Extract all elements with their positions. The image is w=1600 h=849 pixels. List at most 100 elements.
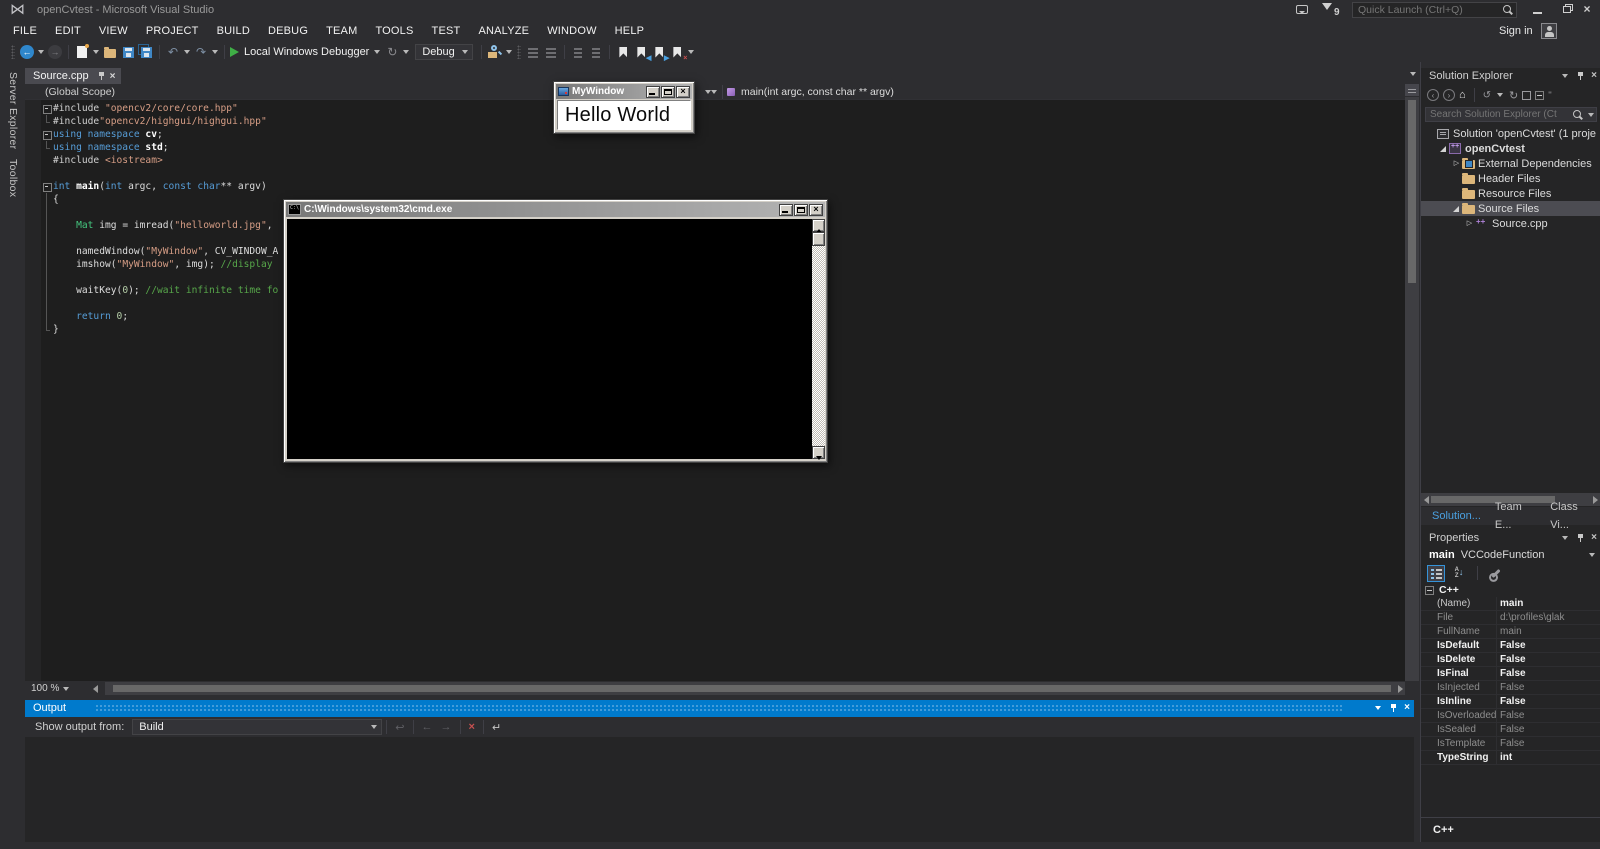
property-row-fullname[interactable]: FullName main xyxy=(1421,625,1600,639)
toolbar-grip[interactable] xyxy=(517,45,522,59)
previous-bookmark-button[interactable]: ◀ xyxy=(633,43,651,62)
tree-item-resource-files[interactable]: Resource Files xyxy=(1421,186,1600,201)
vertical-scrollbar-thumb[interactable] xyxy=(1408,100,1416,283)
tree-item-header-files[interactable]: Header Files xyxy=(1421,171,1600,186)
decrease-indent-button[interactable] xyxy=(525,43,541,61)
window-position-dropdown-icon[interactable] xyxy=(1562,74,1569,78)
cmd-window[interactable]: C:\Windows\system32\cmd.exe × xyxy=(283,199,828,463)
property-value[interactable]: main xyxy=(1497,597,1600,610)
cmd-vertical-scrollbar[interactable] xyxy=(812,219,825,460)
mywindow-window[interactable]: MyWindow × Hello World xyxy=(553,81,695,134)
menu-debug[interactable]: DEBUG xyxy=(259,20,317,42)
window-position-dropdown-icon[interactable] xyxy=(1562,536,1569,540)
pin-icon[interactable] xyxy=(1389,703,1398,713)
scope-combo[interactable]: (Global Scope) xyxy=(45,84,115,100)
expander-icon[interactable] xyxy=(1438,143,1449,154)
property-value[interactable]: main xyxy=(1497,625,1600,638)
tree-item-solution-opencvtest-1-proje[interactable]: Solution 'openCvtest' (1 proje xyxy=(1421,126,1600,141)
clear-bookmarks-button[interactable]: × xyxy=(669,43,687,62)
pin-icon[interactable] xyxy=(1576,71,1585,81)
comment-button[interactable] xyxy=(570,43,586,61)
tree-item-source-files[interactable]: Source Files xyxy=(1421,201,1600,216)
menu-edit[interactable]: EDIT xyxy=(46,20,90,42)
close-icon[interactable]: × xyxy=(1591,71,1597,81)
alphabetical-button[interactable]: A Z ↓ xyxy=(1450,565,1468,582)
notifications-flag-icon[interactable]: 9 xyxy=(1322,3,1340,18)
expander-icon[interactable]: ▷ xyxy=(1451,158,1462,169)
scroll-down-icon[interactable] xyxy=(812,446,825,460)
toolbar-grip[interactable] xyxy=(11,45,15,59)
debug-target-dropdown-icon[interactable] xyxy=(374,50,381,54)
menu-tools[interactable]: TOOLS xyxy=(366,20,422,42)
scroll-left-icon[interactable] xyxy=(93,685,98,693)
tool-tab-class-vi[interactable]: Class Vi... xyxy=(1543,498,1600,534)
property-row-name[interactable]: (Name) main xyxy=(1421,597,1600,611)
property-value[interactable]: False xyxy=(1497,653,1600,666)
show-all-files-icon[interactable] xyxy=(1522,88,1537,100)
search-icon[interactable] xyxy=(1571,109,1583,121)
fold-marker-icon[interactable] xyxy=(41,180,53,193)
solution-explorer-header[interactable]: Solution Explorer × xyxy=(1421,68,1600,85)
maximize-button[interactable] xyxy=(794,203,808,216)
open-file-button[interactable] xyxy=(102,43,118,61)
editor-zoom-combo[interactable]: 100 % xyxy=(25,681,77,696)
sync-dropdown-icon[interactable] xyxy=(1497,93,1504,97)
close-tab-icon[interactable]: × xyxy=(110,71,116,82)
property-row-isdefault[interactable]: IsDefault False xyxy=(1421,639,1600,653)
tree-item-source-cpp[interactable]: ▷ Source.cpp xyxy=(1421,216,1600,231)
cmd-console-content[interactable] xyxy=(287,219,825,460)
properties-header[interactable]: Properties × xyxy=(1421,530,1600,547)
navigate-forward-button[interactable]: → xyxy=(47,43,63,61)
mywindow-title-bar[interactable]: MyWindow × xyxy=(556,84,692,99)
categorized-button[interactable] xyxy=(1427,564,1445,582)
tree-item-external-dependencies[interactable]: ▷ External Dependencies xyxy=(1421,156,1600,171)
menu-file[interactable]: FILE xyxy=(4,20,46,42)
output-title-bar[interactable]: Output × xyxy=(25,700,1414,717)
toggle-bookmark-button[interactable] xyxy=(615,43,631,61)
goto-source-icon[interactable]: ↩ xyxy=(395,721,404,734)
property-value[interactable]: False xyxy=(1497,681,1600,694)
minimize-button[interactable] xyxy=(1522,0,1552,20)
property-value[interactable]: False xyxy=(1497,695,1600,708)
expander-icon[interactable]: ▷ xyxy=(1464,218,1475,229)
member-combo[interactable]: main(int argc, const char ** argv) xyxy=(741,84,894,100)
fold-marker-icon[interactable] xyxy=(41,128,53,141)
find-in-files-button[interactable] xyxy=(487,43,503,61)
tool-tab-solution[interactable]: Solution... xyxy=(1425,507,1488,525)
property-row-isinline[interactable]: IsInline False xyxy=(1421,695,1600,709)
next-message-icon[interactable]: → xyxy=(441,721,452,733)
navigate-backward-dropdown-icon[interactable] xyxy=(38,50,44,54)
property-value[interactable]: False xyxy=(1497,723,1600,736)
menu-project[interactable]: PROJECT xyxy=(137,20,208,42)
minimize-button[interactable] xyxy=(779,203,793,216)
window-position-dropdown-icon[interactable] xyxy=(1375,706,1382,710)
maximize-button[interactable] xyxy=(661,85,675,98)
solution-explorer-search[interactable] xyxy=(1425,107,1597,122)
feedback-icon[interactable] xyxy=(1296,5,1308,14)
redo-dropdown-icon[interactable] xyxy=(212,50,218,54)
quick-launch-input[interactable] xyxy=(1353,4,1501,16)
navigate-backward-button[interactable]: ← xyxy=(19,43,35,61)
property-row-issealed[interactable]: IsSealed False xyxy=(1421,723,1600,737)
refresh-icon[interactable]: ↻ xyxy=(1509,89,1518,102)
property-value[interactable]: d:\profiles\glak xyxy=(1497,611,1600,624)
editor-vertical-scrollbar[interactable] xyxy=(1405,84,1419,681)
property-category-row[interactable]: C++ xyxy=(1421,583,1600,597)
quick-launch[interactable] xyxy=(1352,2,1517,18)
sign-in-link[interactable]: Sign in xyxy=(1499,20,1533,42)
property-row-isinjected[interactable]: IsInjected False xyxy=(1421,681,1600,695)
save-button[interactable] xyxy=(120,43,136,61)
document-list-dropdown-icon[interactable] xyxy=(1410,72,1416,76)
bookmark-dropdown-icon[interactable] xyxy=(688,50,695,54)
scroll-up-icon[interactable] xyxy=(812,219,825,233)
sync-with-active-document-icon[interactable]: ↺ xyxy=(1483,90,1491,101)
property-row-isoverloaded[interactable]: IsOverloaded False xyxy=(1421,709,1600,723)
close-button[interactable]: × xyxy=(676,85,690,98)
refresh-button[interactable]: ↻ xyxy=(384,43,400,61)
property-value[interactable]: False xyxy=(1497,667,1600,680)
pin-icon[interactable] xyxy=(1576,533,1585,543)
property-value[interactable]: int xyxy=(1497,751,1600,764)
tree-item-opencvtest[interactable]: openCvtest xyxy=(1421,141,1600,156)
search-icon[interactable] xyxy=(1501,4,1513,16)
property-value[interactable]: False xyxy=(1497,709,1600,722)
